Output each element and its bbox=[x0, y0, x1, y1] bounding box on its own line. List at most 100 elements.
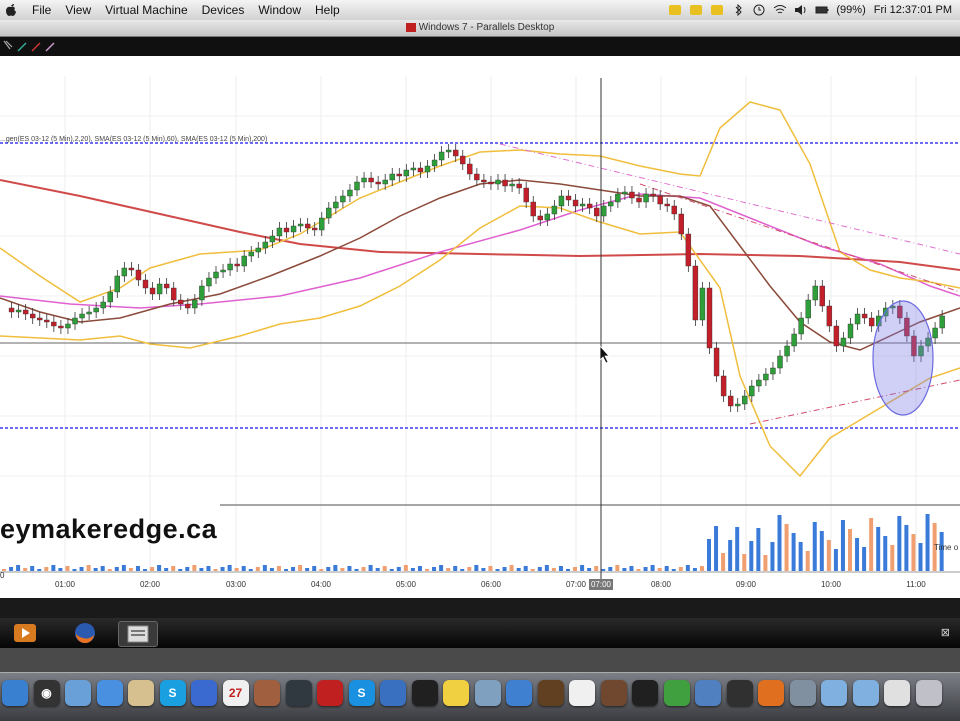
star-icon[interactable] bbox=[537, 680, 564, 706]
menu-help[interactable]: Help bbox=[315, 3, 340, 17]
volume-bar bbox=[544, 565, 549, 571]
folder2-icon[interactable] bbox=[852, 680, 879, 706]
volume-bar bbox=[777, 515, 782, 571]
paper-icon[interactable] bbox=[569, 680, 595, 706]
volume-bar bbox=[699, 566, 704, 571]
stickies-icon[interactable] bbox=[443, 680, 469, 706]
finder-icon[interactable] bbox=[2, 680, 28, 706]
menu-view[interactable]: View bbox=[65, 3, 91, 17]
preview-icon[interactable] bbox=[600, 680, 627, 706]
volume-bar bbox=[298, 565, 303, 571]
tool-line-icon[interactable] bbox=[31, 42, 41, 52]
volume-bar bbox=[157, 565, 162, 571]
volume-bar bbox=[333, 565, 338, 571]
bluetooth-icon[interactable] bbox=[731, 4, 745, 16]
menu-window[interactable]: Window bbox=[258, 3, 301, 17]
candle-body bbox=[812, 285, 818, 301]
candle-body bbox=[840, 337, 847, 347]
window-title: Windows 7 - Parallels Desktop bbox=[418, 22, 555, 33]
clock[interactable]: Fri 12:37:01 PM bbox=[874, 4, 952, 16]
notes-icon[interactable] bbox=[128, 680, 154, 706]
camera-icon[interactable] bbox=[726, 680, 753, 706]
candle-body bbox=[509, 183, 515, 187]
tool-pencil-icon[interactable] bbox=[17, 42, 27, 52]
tool-cursor-icon[interactable] bbox=[3, 40, 13, 50]
candle-body bbox=[361, 177, 367, 183]
time-axis-label: Time o bbox=[934, 543, 959, 552]
volume-bar bbox=[178, 569, 183, 571]
activity-icon[interactable] bbox=[411, 680, 438, 706]
volume-bar bbox=[467, 567, 472, 571]
safari-icon-glyph bbox=[97, 680, 123, 706]
photobooth-icon[interactable] bbox=[632, 680, 658, 706]
menu-devices[interactable]: Devices bbox=[202, 3, 245, 17]
tools-icon[interactable] bbox=[474, 680, 501, 706]
volume-bar bbox=[763, 555, 768, 571]
world-icon-glyph bbox=[695, 680, 721, 706]
tray-app3-icon[interactable] bbox=[710, 4, 724, 16]
safari-icon[interactable] bbox=[96, 680, 123, 706]
facetime-icon[interactable] bbox=[663, 680, 690, 706]
dashboard-icon[interactable]: ◉ bbox=[33, 680, 60, 706]
volume-icon[interactable] bbox=[794, 4, 808, 16]
system-prefs-icon[interactable] bbox=[789, 680, 816, 706]
photos-icon[interactable] bbox=[254, 680, 280, 706]
skype-icon[interactable]: S bbox=[159, 680, 186, 706]
wifi-icon[interactable] bbox=[773, 4, 787, 16]
itunes-icon[interactable] bbox=[191, 680, 217, 706]
candle-body bbox=[297, 223, 304, 227]
candle-body bbox=[86, 311, 92, 315]
monitor-icon[interactable] bbox=[285, 680, 312, 706]
candle-body bbox=[438, 151, 445, 161]
volume-bar bbox=[107, 569, 112, 571]
taskbar-close-icon[interactable]: ⊠ bbox=[941, 626, 950, 639]
firefox-button[interactable] bbox=[66, 621, 104, 645]
menu-virtual-machine[interactable]: Virtual Machine bbox=[105, 3, 188, 17]
volume-bar bbox=[678, 567, 683, 571]
calendar-icon[interactable]: 27 bbox=[222, 680, 249, 706]
candle-body bbox=[805, 299, 811, 319]
chart-window[interactable]: 01:00 02:00 03:00 04:00 05:00 06:00 07:00 08:00… bbox=[0, 56, 960, 598]
tray-app-icon[interactable] bbox=[668, 4, 682, 16]
volume-bar bbox=[396, 567, 401, 571]
candle-body bbox=[777, 355, 783, 369]
tray-app2-icon[interactable] bbox=[689, 4, 703, 16]
window-titlebar[interactable]: Windows 7 - Parallels Desktop bbox=[0, 20, 960, 37]
volume-bar bbox=[587, 568, 592, 571]
skype2-icon[interactable]: S bbox=[348, 680, 375, 706]
folder-icon[interactable] bbox=[821, 680, 847, 706]
apple-icon[interactable] bbox=[4, 3, 18, 17]
candle-body bbox=[481, 179, 487, 183]
download-icon[interactable] bbox=[506, 680, 532, 706]
mail-icon[interactable] bbox=[65, 680, 91, 706]
candle-body bbox=[586, 203, 593, 209]
world-icon[interactable] bbox=[695, 680, 721, 706]
candle-body bbox=[939, 315, 945, 329]
bollinger-upper bbox=[0, 101, 960, 303]
parallels-icon[interactable] bbox=[317, 680, 343, 706]
candle-body bbox=[847, 323, 854, 339]
volume-bar bbox=[721, 553, 726, 571]
volume-bar bbox=[319, 569, 324, 571]
trash-icon[interactable] bbox=[915, 680, 942, 706]
volume-bar bbox=[488, 566, 493, 571]
battery-percent: (99%) bbox=[836, 4, 866, 16]
volume-bar bbox=[925, 514, 930, 571]
network-icon[interactable] bbox=[380, 680, 406, 706]
volume-bar bbox=[798, 542, 803, 571]
candle-body bbox=[142, 279, 149, 289]
candle-body bbox=[403, 169, 410, 177]
timemachine-icon[interactable] bbox=[752, 4, 766, 16]
firefox-icon[interactable] bbox=[758, 680, 784, 706]
candle-body bbox=[79, 313, 85, 319]
volume-bar bbox=[826, 540, 831, 571]
media-player-button[interactable] bbox=[6, 621, 44, 645]
doc-icon[interactable] bbox=[884, 680, 910, 706]
volume-bar bbox=[537, 567, 542, 571]
candle-body bbox=[608, 201, 614, 207]
app-window-button[interactable] bbox=[118, 621, 158, 647]
menu-file[interactable]: File bbox=[32, 3, 51, 17]
candle-body bbox=[178, 299, 184, 305]
tool-trend-icon[interactable] bbox=[45, 42, 55, 52]
x-tick-label: 05:00 bbox=[396, 580, 417, 589]
